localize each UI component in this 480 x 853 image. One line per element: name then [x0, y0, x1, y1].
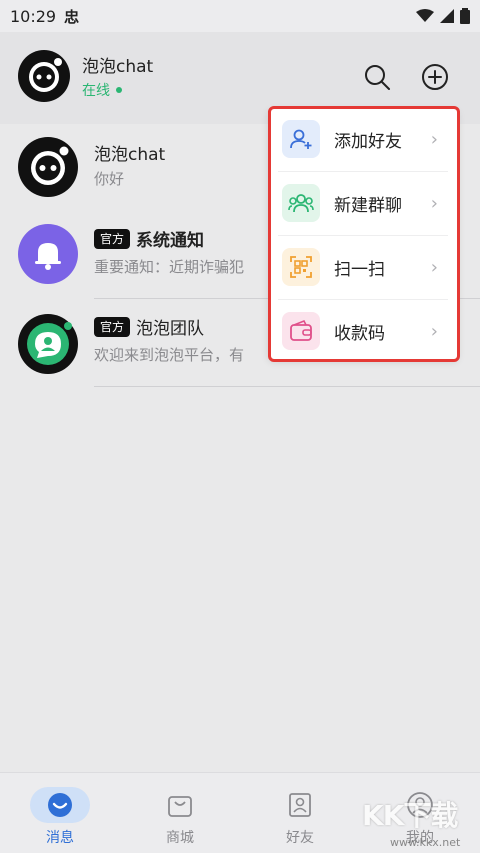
chat-avatar-team: [18, 314, 78, 374]
add-button[interactable]: [420, 62, 450, 92]
chat-preview: 重要通知：近期诈骗犯: [94, 258, 245, 276]
chevron-right-icon: ›: [430, 257, 438, 278]
menu-item-label: 添加好友: [334, 132, 402, 152]
chat-title-text: 泡泡团队: [136, 319, 205, 339]
search-button[interactable]: [362, 62, 392, 92]
battery-icon: [460, 8, 470, 24]
plus-circle-icon: [422, 64, 448, 90]
status-time: 10:29: [10, 6, 57, 26]
divider: [94, 386, 480, 387]
chevron-right-icon: ›: [430, 321, 438, 342]
nav-item-friends[interactable]: 好友: [240, 773, 360, 853]
chat-avatar-bell: [18, 224, 78, 284]
official-badge: 官方: [94, 316, 131, 337]
watermark-logo: KK下载 www.kkx.net: [362, 794, 480, 852]
add-friend-icon: [282, 120, 320, 158]
menu-item-payment-code[interactable]: 收款码 ›: [268, 300, 458, 363]
menu-item-label: 新建群聊: [334, 196, 402, 216]
chat-avatar-logo: [18, 137, 78, 197]
user-avatar[interactable]: [18, 50, 70, 102]
search-icon: [365, 65, 390, 90]
nav-item-shop[interactable]: 商城: [120, 773, 240, 853]
signal-icon: [440, 9, 454, 23]
chat-title: 泡泡chat: [94, 140, 165, 165]
notification-app-icon: 忠: [64, 7, 80, 26]
online-status: 在线: [82, 80, 122, 100]
user-name: 泡泡chat: [82, 57, 154, 77]
online-dot-icon: [116, 87, 122, 93]
nav-item-messages[interactable]: 消息: [0, 773, 120, 853]
scan-icon: [282, 248, 320, 286]
online-status-label: 在线: [82, 83, 110, 99]
chat-title: 官方 系统通知: [94, 226, 204, 251]
chat-preview: 欢迎来到泡泡平台，有: [94, 346, 245, 364]
nav-label: 消息: [46, 830, 74, 846]
chat-preview: 你好: [94, 170, 125, 188]
wallet-icon: [282, 312, 320, 350]
menu-item-add-friend[interactable]: 添加好友 ›: [268, 108, 458, 171]
menu-item-new-group[interactable]: 新建群聊 ›: [268, 172, 458, 235]
chat-title: 官方 泡泡团队: [94, 314, 204, 339]
nav-label: 好友: [286, 830, 314, 846]
bell-icon: [38, 243, 58, 262]
chevron-right-icon: ›: [430, 129, 438, 150]
official-badge: 官方: [94, 228, 131, 249]
wifi-icon: [416, 9, 434, 23]
chevron-right-icon: ›: [430, 193, 438, 214]
status-indicators: [416, 8, 470, 24]
menu-item-label: 扫一扫: [334, 260, 385, 280]
watermark-url: www.kkx.net: [390, 836, 461, 849]
menu-item-scan[interactable]: 扫一扫 ›: [268, 236, 458, 299]
nav-label: 商城: [166, 830, 194, 846]
add-menu: 添加好友 › 新建群聊 › 扫一扫 › 收款码 ›: [268, 108, 458, 360]
message-icon: [30, 787, 90, 823]
chat-title-text: 系统通知: [136, 231, 205, 251]
shop-icon: [150, 787, 210, 823]
contacts-icon: [270, 787, 330, 823]
status-bar: 10:29 忠: [0, 0, 480, 32]
group-chat-icon: [282, 184, 320, 222]
menu-item-label: 收款码: [334, 324, 385, 344]
chat-title-text: 泡泡chat: [94, 145, 166, 165]
watermark-text: KK下载: [362, 799, 458, 832]
